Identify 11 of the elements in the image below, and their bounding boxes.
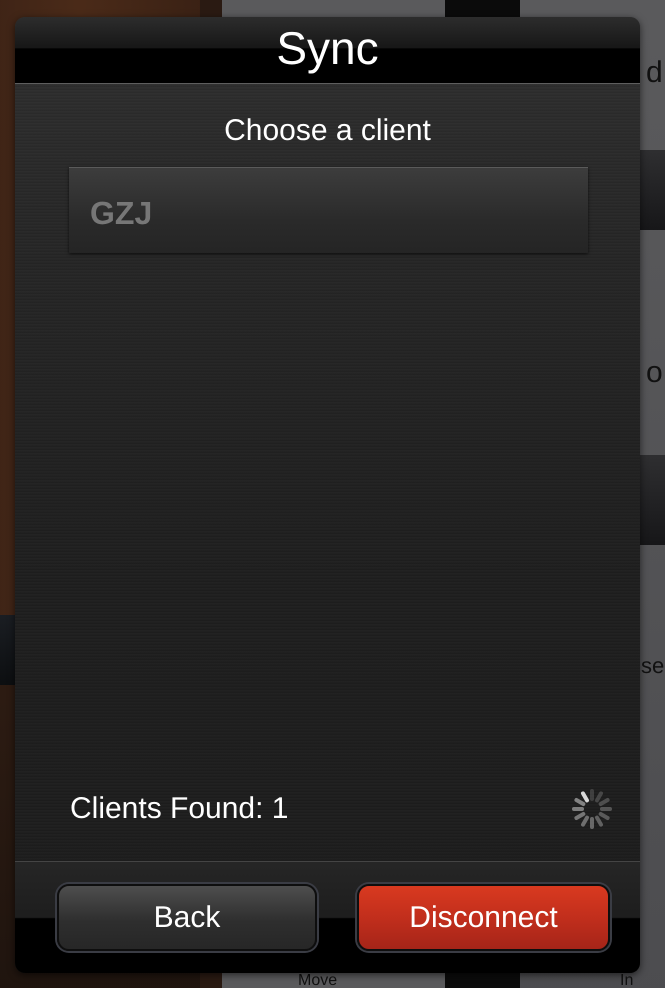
back-button[interactable]: Back xyxy=(57,884,317,951)
dialog-title: Sync xyxy=(276,23,379,73)
client-list-item[interactable]: GZJ xyxy=(69,167,588,253)
background-label: In xyxy=(620,973,634,988)
background-label: o xyxy=(646,355,663,391)
background-label: Move xyxy=(298,973,338,988)
clients-found-status: Clients Found: 1 xyxy=(70,792,288,826)
disconnect-button[interactable]: Disconnect xyxy=(357,884,610,951)
section-heading: Choose a client xyxy=(224,114,431,148)
background-label: d xyxy=(646,55,663,91)
background-label: se xyxy=(641,652,664,680)
